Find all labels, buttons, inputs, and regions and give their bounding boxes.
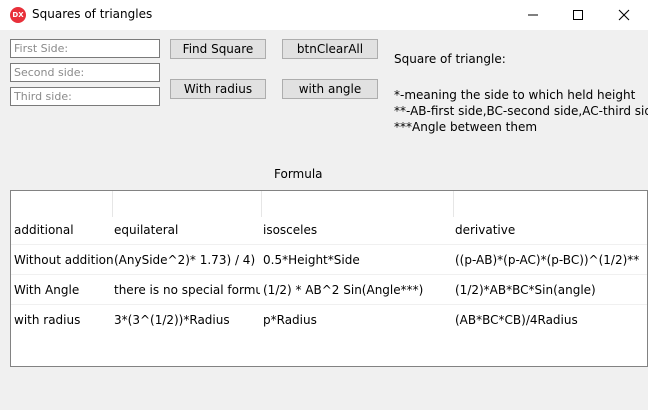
header-isosceles: isosceles: [263, 223, 318, 237]
formula-label: Formula: [274, 167, 323, 181]
window-title: Squares of triangles: [32, 7, 153, 21]
minimize-icon: [528, 14, 538, 16]
table-cell: there is no special formule: [114, 283, 260, 297]
table-cell: (1/2) * AB^2 Sin(Angle***): [263, 283, 424, 297]
note-height: *-meaning the side to which held height: [394, 88, 636, 102]
app-icon: DX: [10, 7, 26, 23]
column-divider: [453, 191, 454, 217]
table-cell: 0.5*Height*Side: [263, 253, 360, 267]
table-row[interactable]: Without additional (AnySide^2)* 1.73) / …: [11, 246, 647, 275]
with-angle-button[interactable]: with angle: [282, 79, 378, 99]
column-divider: [261, 191, 262, 217]
minimize-button[interactable]: [510, 0, 556, 30]
third-side-input[interactable]: [10, 87, 160, 106]
table-row[interactable]: With Angle there is no special formule (…: [11, 276, 647, 305]
second-side-input[interactable]: [10, 63, 160, 82]
table-cell: 3*(3^(1/2))*Radius: [114, 313, 230, 327]
table-row[interactable]: with radius 3*(3^(1/2))*Radius p*Radius …: [11, 306, 647, 334]
table-cell: (1/2)*AB*BC*Sin(angle): [455, 283, 596, 297]
table-header-row: additional equilateral isosceles derivat…: [11, 216, 647, 245]
close-button[interactable]: [601, 0, 647, 30]
table-cell: (AnySide^2)* 1.73) / 4): [114, 253, 256, 267]
with-radius-button[interactable]: With radius: [170, 79, 266, 99]
table-cell: With Angle: [14, 283, 80, 297]
maximize-button[interactable]: [555, 0, 601, 30]
table-cell: Without additional: [14, 253, 113, 267]
table-cell: p*Radius: [263, 313, 317, 327]
first-side-input[interactable]: [10, 39, 160, 58]
note-angle: ***Angle between them: [394, 120, 538, 134]
table-cell: (AB*BC*CB)/4Radius: [455, 313, 578, 327]
find-square-button[interactable]: Find Square: [170, 39, 266, 59]
clear-all-button[interactable]: btnClearAll: [282, 39, 378, 59]
column-divider: [112, 191, 113, 217]
maximize-icon: [573, 10, 583, 20]
title-bar: DX Squares of triangles: [0, 0, 648, 30]
header-equilateral: equilateral: [114, 223, 179, 237]
formula-table: additional equilateral isosceles derivat…: [10, 190, 648, 367]
square-result-label: Square of triangle:: [394, 52, 506, 66]
note-sides: **-AB-first side,BC-second side,AC-third…: [394, 104, 648, 118]
header-additional: additional: [14, 223, 74, 237]
table-cell: ((p-AB)*(p-AC)*(p-BC))^(1/2)**: [455, 253, 640, 267]
header-derivative: derivative: [455, 223, 516, 237]
close-icon: [618, 9, 630, 21]
table-cell: with radius: [14, 313, 81, 327]
